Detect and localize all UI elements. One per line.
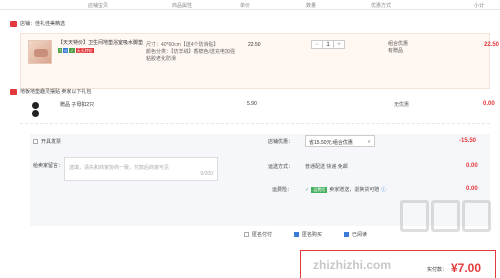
privacy-option[interactable]: 匿名购买 bbox=[294, 231, 322, 238]
shop-discount-select[interactable]: 省15.50元:组合优惠 ∨ bbox=[305, 135, 375, 147]
delivery-amount: 0.00 bbox=[466, 163, 478, 169]
shop-discount-amount: -15.50 bbox=[459, 138, 477, 144]
bottom-options: 匿名付付 匿名购买 已阅读 bbox=[244, 231, 367, 238]
gift-item: 赠品 子母扣2只 5.90 无优惠 0.00 bbox=[20, 98, 495, 124]
gift-icon bbox=[10, 88, 17, 95]
watermark-text: zhizhizhi.com bbox=[313, 258, 391, 272]
chevron-down-icon: ∨ bbox=[367, 139, 371, 145]
col-shop: 店铺宝贝 bbox=[88, 3, 109, 9]
product-thumbnail[interactable] bbox=[28, 40, 52, 64]
tag-badge: 7 bbox=[58, 48, 63, 53]
promo-info: 组合优惠 有赠品 bbox=[388, 41, 408, 55]
cart-item: 【天天特价】卫生间地垫浴室吸水脚垫 7 G ✓ 天天特价 尺寸：40*60cm【… bbox=[20, 33, 499, 89]
anonymous-pay-option[interactable]: 匿名付付 bbox=[244, 231, 272, 238]
delivery-label: 运送方式： bbox=[268, 164, 294, 170]
message-label: 给卖家留言： bbox=[33, 163, 64, 169]
anonymous-pay-label: 匿名付付 bbox=[252, 232, 273, 238]
item-subtotal: 22.50 bbox=[484, 42, 500, 48]
col-qty: 数量 bbox=[306, 3, 317, 9]
insurance-text: 卖家赠送，退换货可赔 bbox=[329, 187, 380, 193]
check-icon: ✓ bbox=[305, 186, 310, 193]
gift-subtotal: 0.00 bbox=[483, 101, 495, 107]
gift-name: 赠品 子母扣2只 bbox=[60, 102, 95, 108]
privacy-checkbox[interactable] bbox=[294, 232, 300, 237]
tag-badge: G bbox=[63, 48, 69, 53]
message-placeholder: 选填，请先和商家协商一致，付款后商家可见 bbox=[69, 165, 170, 171]
gift-promo: 无优惠 bbox=[394, 102, 410, 108]
col-subtotal: 小计 bbox=[474, 3, 485, 9]
invoice-option[interactable]: 开具发票 bbox=[33, 138, 61, 145]
props-size: 尺寸：40*60cm【送4个防滑贴】 bbox=[146, 42, 219, 48]
props-color: 颜色分类：【仿羊绒】香槟色/送充电加强粘胶老化防滑 bbox=[146, 49, 235, 62]
col-props: 商品属性 bbox=[172, 3, 193, 9]
gift-price: 5.90 bbox=[247, 101, 257, 107]
info-icon[interactable]: ⓘ bbox=[381, 186, 386, 193]
shop-discount-value: 省15.50元:组合优惠 bbox=[309, 140, 353, 146]
product-tags: 7 G ✓ 天天特价 bbox=[58, 48, 94, 53]
tag-badge: ✓ bbox=[69, 48, 75, 53]
total-label: 实付款： bbox=[427, 267, 448, 273]
shop-row[interactable]: 店铺：佳礼佳美精选 bbox=[10, 20, 65, 27]
shop-icon bbox=[10, 20, 17, 27]
shop-name[interactable]: 店铺：佳礼佳美精选 bbox=[20, 20, 65, 27]
col-promo: 优惠方式 bbox=[371, 3, 392, 9]
invoice-checkbox[interactable] bbox=[33, 139, 38, 144]
qty-plus-button[interactable]: + bbox=[334, 41, 344, 48]
insurance-amount: 0.00 bbox=[466, 186, 478, 192]
insurance-label: 运费险： bbox=[272, 187, 293, 193]
gift-thumbnail bbox=[30, 102, 40, 118]
unit-price: 22.50 bbox=[248, 42, 261, 48]
insurance-option[interactable]: ✓ 运费险 卖家赠送，退换货可赔 ⓘ bbox=[305, 186, 386, 193]
total-amount: ¥7.00 bbox=[451, 261, 482, 275]
agreement-label: 已阅读 bbox=[352, 232, 368, 238]
message-count: 0/200 bbox=[200, 171, 213, 177]
col-price: 单价 bbox=[240, 3, 251, 9]
seller-message-field[interactable]: 选填，请先和商家协商一致，付款后商家可见 0/200 bbox=[64, 157, 218, 181]
table-header: 店铺宝贝 商品属性 单价 数量 优惠方式 小计 bbox=[0, 0, 500, 10]
gift-shop-name: 地板地垫趣灵摆贴 卖家以下礼包 bbox=[20, 89, 92, 95]
product-title[interactable]: 【天天特价】卫生间地垫浴室吸水脚垫 bbox=[58, 40, 156, 46]
invoice-label: 开具发票 bbox=[41, 139, 62, 145]
product-props: 尺寸：40*60cm【送4个防滑贴】 颜色分类：【仿羊绒】香槟色/送充电加强粘胶… bbox=[146, 42, 236, 63]
gift-shop-row: 地板地垫趣灵摆贴 卖家以下礼包 bbox=[10, 88, 91, 95]
promo-combo[interactable]: 组合优惠 bbox=[388, 41, 408, 48]
agreement-option[interactable]: 已阅读 bbox=[344, 231, 367, 238]
watermark-logo bbox=[400, 200, 492, 234]
qty-input[interactable]: 1 bbox=[322, 41, 334, 48]
quantity-stepper: − 1 + bbox=[311, 40, 345, 49]
delivery-value[interactable]: 普通配送 快递 免邮 bbox=[305, 163, 348, 170]
privacy-label: 匿名购买 bbox=[302, 232, 323, 238]
insurance-badge: 运费险 bbox=[311, 186, 328, 193]
tag-badge: 天天特价 bbox=[75, 48, 94, 53]
anonymous-pay-checkbox[interactable] bbox=[244, 232, 249, 237]
agreement-checkbox[interactable] bbox=[344, 232, 350, 237]
qty-minus-button[interactable]: − bbox=[312, 41, 322, 48]
promo-gift: 有赠品 bbox=[388, 48, 404, 54]
shop-discount-label: 店铺优惠： bbox=[268, 139, 294, 145]
